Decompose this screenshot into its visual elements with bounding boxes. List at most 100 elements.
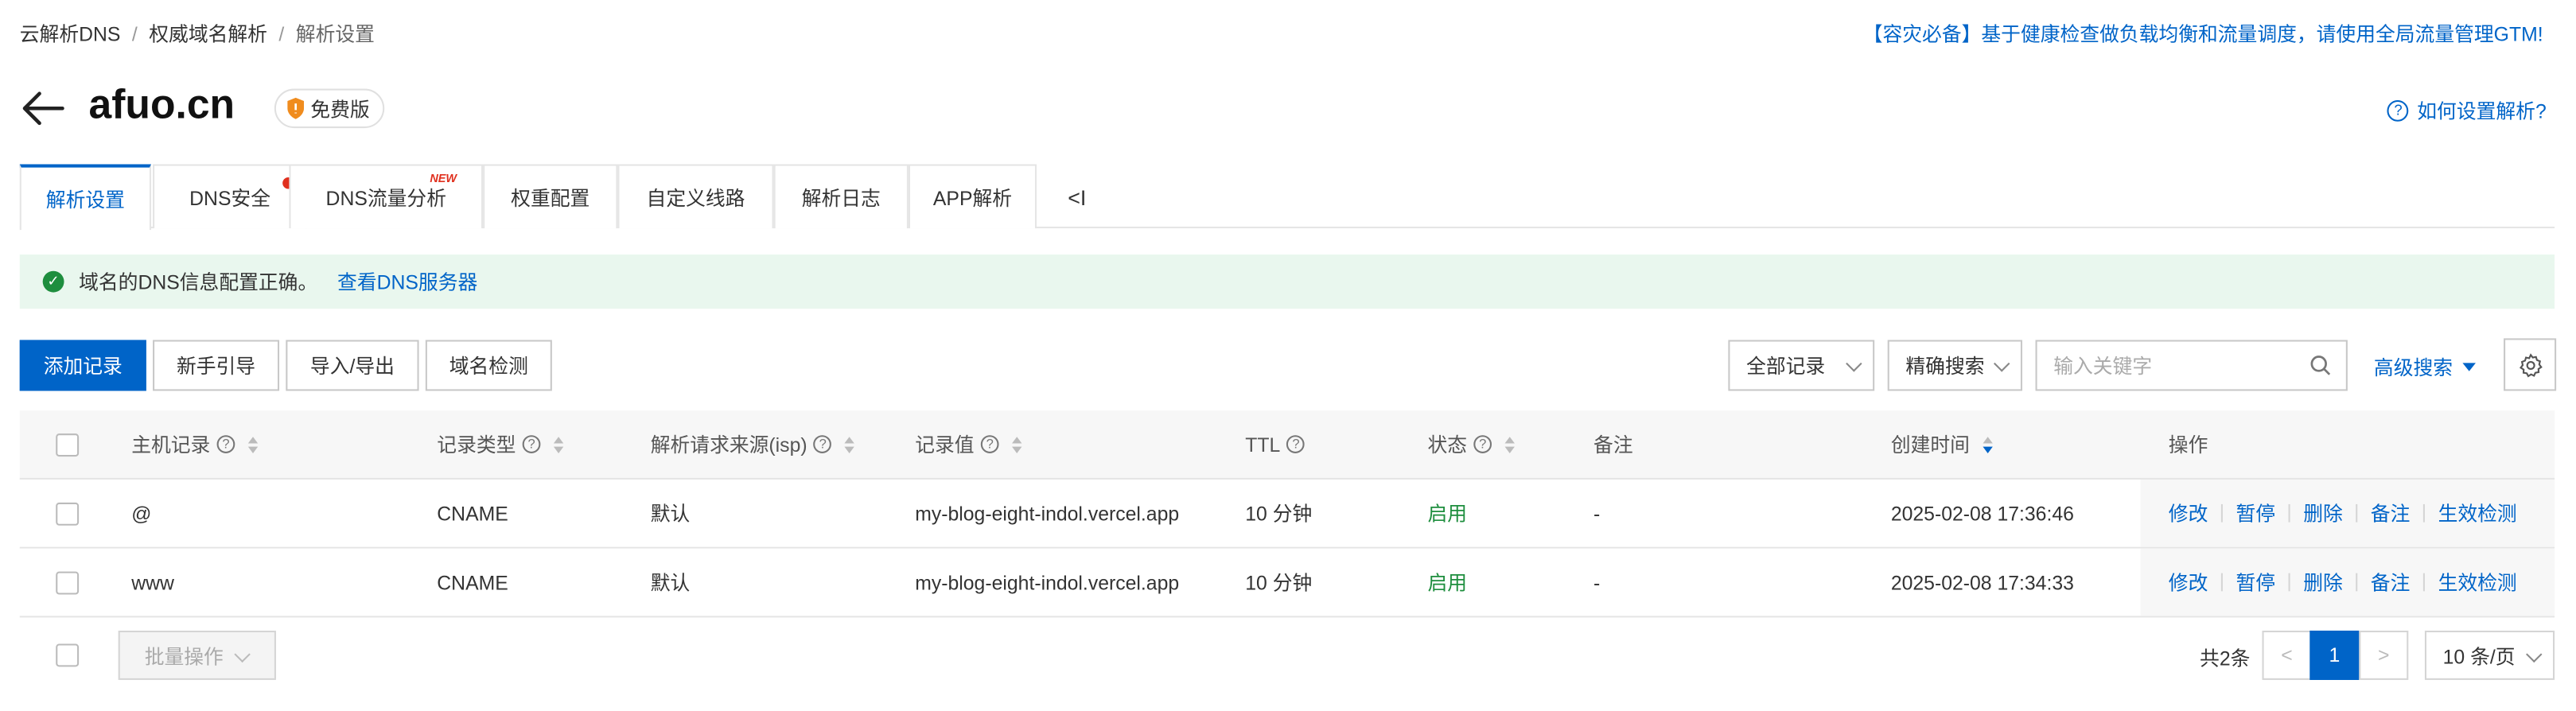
help-icon[interactable]: ?	[216, 435, 235, 453]
alert-message: 域名的DNS信息配置正确。	[79, 270, 318, 294]
column-host[interactable]: 主机记录?	[131, 410, 259, 478]
breadcrumb-item-authoritative[interactable]: 权威域名解析	[149, 23, 267, 46]
help-icon[interactable]: ?	[980, 435, 999, 453]
dns-config-alert: ✓ 域名的DNS信息配置正确。 查看DNS服务器	[19, 254, 2555, 309]
chevron-down-icon	[1993, 356, 2010, 372]
tab-collapse-icon[interactable]: <I	[1068, 185, 1086, 210]
search-mode-select[interactable]: 精确搜索	[1887, 340, 2023, 391]
tab-resolve-settings[interactable]: 解析设置	[19, 164, 151, 231]
how-to-configure-link[interactable]: ? 如何设置解析?	[2387, 97, 2547, 125]
breadcrumb: 云解析DNS / 权威域名解析 / 解析设置	[20, 20, 375, 48]
remark-link[interactable]: 备注	[2371, 499, 2411, 527]
row-checkbox[interactable]	[56, 502, 80, 526]
column-label: 状态	[1427, 433, 1468, 457]
column-isp[interactable]: 解析请求来源(isp)?	[651, 410, 855, 478]
check-circle-icon: ✓	[42, 270, 64, 293]
record-filter-value: 全部记录	[1746, 355, 1826, 378]
column-label: 主机记录	[131, 433, 211, 457]
page-1-button[interactable]: 1	[2309, 630, 2360, 680]
column-type[interactable]: 记录类型?	[437, 410, 564, 478]
tab-app-resolve[interactable]: APP解析	[908, 164, 1037, 229]
column-label: 备注	[1593, 433, 1633, 457]
batch-operations-button[interactable]: 批量操作	[118, 630, 276, 680]
cell-isp: 默认	[650, 502, 691, 526]
tab-label: DNS安全	[189, 186, 271, 210]
tab-weight-config[interactable]: 权重配置	[483, 164, 618, 229]
sort-desc-icon[interactable]	[1983, 436, 1993, 453]
pause-link[interactable]: 暂停	[2236, 499, 2275, 527]
search-icon[interactable]	[2309, 355, 2331, 376]
next-page-button[interactable]: >	[2359, 630, 2409, 680]
select-all-checkbox[interactable]	[56, 433, 80, 457]
sort-icon[interactable]	[553, 436, 564, 453]
breadcrumb-separator: /	[131, 22, 138, 46]
verify-link[interactable]: 生效检测	[2438, 499, 2517, 527]
remark-link[interactable]: 备注	[2371, 568, 2411, 596]
cell-remark: -	[1593, 570, 1601, 594]
pause-link[interactable]: 暂停	[2236, 568, 2275, 596]
column-ttl: TTL?	[1245, 410, 1306, 478]
cell-isp: 默认	[650, 571, 691, 595]
column-created[interactable]: 创建时间	[1891, 410, 1993, 478]
shield-icon	[287, 97, 305, 119]
edit-link[interactable]: 修改	[2169, 499, 2208, 527]
add-record-button[interactable]: 添加记录	[19, 340, 146, 391]
help-icon[interactable]: ?	[813, 435, 832, 453]
breadcrumb-current: 解析设置	[295, 22, 375, 46]
tab-dns-traffic-analysis[interactable]: DNS流量分析 NEW	[289, 164, 484, 229]
help-icon[interactable]: ?	[1473, 435, 1492, 453]
prev-page-button[interactable]: <	[2262, 630, 2312, 680]
search-input[interactable]: 输入关键字	[2035, 340, 2348, 391]
caret-down-icon	[2462, 363, 2476, 371]
delete-link[interactable]: 删除	[2303, 499, 2343, 527]
breadcrumb-item-dns[interactable]: 云解析DNS	[20, 23, 121, 46]
cell-status: 启用	[1427, 502, 1468, 526]
search-mode-value: 精确搜索	[1905, 355, 1985, 378]
page-size-value: 10 条/页	[2442, 644, 2516, 668]
gear-icon	[2518, 352, 2542, 377]
column-value[interactable]: 记录值?	[915, 410, 1022, 478]
row-action-group: 修改 暂停 删除 备注 生效检测	[2169, 549, 2517, 616]
view-dns-servers-link[interactable]: 查看DNS服务器	[337, 268, 477, 296]
divider	[2423, 573, 2426, 592]
delete-link[interactable]: 删除	[2303, 568, 2343, 596]
tab-dns-security[interactable]: DNS安全	[153, 164, 308, 229]
sort-icon[interactable]	[247, 436, 259, 453]
cell-value: my-blog-eight-indol.vercel.app	[915, 501, 1180, 525]
tab-label: 权重配置	[511, 186, 590, 210]
total-count: 共2条	[2200, 647, 2251, 670]
gtm-promo-link[interactable]: 【容灾必备】基于健康检查做负载均衡和流量调度，请使用全局流量管理GTM!	[1863, 20, 2543, 48]
help-icon[interactable]: ?	[1286, 435, 1306, 453]
column-label: 解析请求来源(isp)	[650, 433, 807, 457]
sort-icon[interactable]	[1504, 436, 1515, 453]
table-settings-button[interactable]	[2504, 338, 2557, 391]
tab-custom-line[interactable]: 自定义线路	[617, 164, 774, 229]
cell-type: CNAME	[437, 570, 508, 594]
divider	[2220, 573, 2223, 592]
chevron-down-icon	[234, 646, 251, 663]
verify-link[interactable]: 生效检测	[2438, 568, 2517, 596]
sort-icon[interactable]	[845, 436, 855, 453]
import-export-button[interactable]: 导入/导出	[286, 340, 419, 391]
page-title: afuo.cn	[88, 82, 235, 129]
row-checkbox[interactable]	[56, 571, 80, 595]
tab-resolve-log[interactable]: 解析日志	[773, 164, 909, 229]
sort-icon[interactable]	[1012, 436, 1022, 453]
edit-link[interactable]: 修改	[2169, 568, 2208, 596]
column-label: 创建时间	[1890, 433, 1970, 457]
select-all-footer-checkbox[interactable]	[56, 643, 80, 667]
actions-column-header: 操作	[2140, 410, 2555, 478]
column-status[interactable]: 状态?	[1427, 410, 1515, 478]
beginner-guide-button[interactable]: 新手引导	[153, 340, 280, 391]
page-size-select[interactable]: 10 条/页	[2424, 630, 2555, 680]
column-remark: 备注	[1593, 410, 1633, 478]
domain-check-button[interactable]: 域名检测	[425, 340, 552, 391]
cell-remark: -	[1593, 501, 1601, 525]
back-arrow-icon[interactable]	[20, 89, 66, 129]
cell-ttl: 10 分钟	[1245, 502, 1313, 526]
advanced-search-toggle[interactable]: 高级搜索	[2374, 353, 2476, 381]
divider	[2220, 503, 2223, 523]
divider	[2423, 503, 2426, 523]
record-filter-select[interactable]: 全部记录	[1728, 340, 1875, 391]
help-icon[interactable]: ?	[522, 435, 541, 453]
